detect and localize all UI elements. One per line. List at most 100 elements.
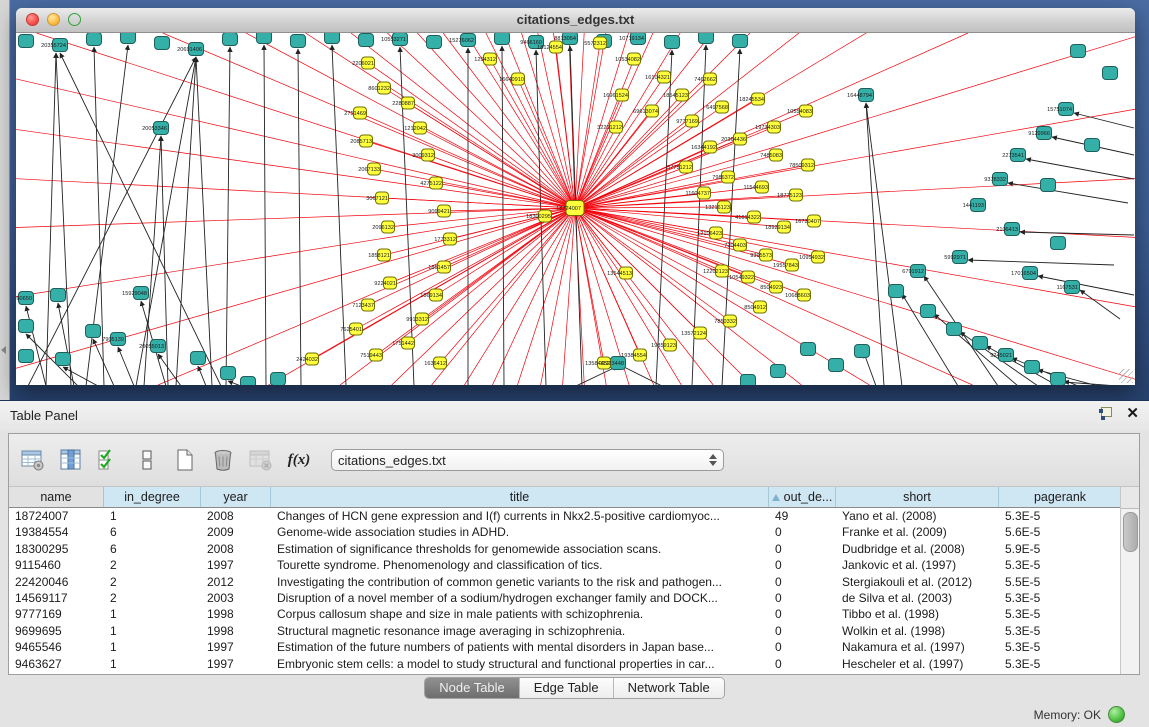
graph-node-label: 7850332 [714, 319, 736, 325]
graph-node[interactable] [665, 36, 680, 49]
select-all-icon[interactable] [95, 446, 123, 474]
graph-node[interactable] [973, 337, 988, 350]
table-cell: 49 [769, 508, 836, 524]
graph-node[interactable] [325, 33, 340, 44]
graph-node[interactable] [733, 35, 748, 48]
graph-node[interactable] [741, 375, 756, 386]
column-header-pagerank[interactable]: pagerank [999, 487, 1122, 507]
table-selector-dropdown[interactable]: citations_edges.txt [331, 449, 724, 471]
graph-node[interactable] [51, 289, 66, 302]
graph-edge [656, 50, 672, 385]
graph-node-label: 16344192 [691, 145, 716, 151]
graph-node-label: 1851457 [428, 265, 450, 271]
graph-node-label: 1254312 [474, 57, 496, 63]
table-cell: 2 [104, 574, 201, 590]
table-row[interactable]: 946362711997Embryonic stem cells: a mode… [9, 656, 1122, 672]
close-panel-icon[interactable]: ✕ [1126, 407, 1139, 420]
vertical-scrollbar[interactable] [1120, 487, 1139, 674]
table-row[interactable]: 1456911722003Disruption of a novel membe… [9, 590, 1122, 606]
graph-node[interactable] [889, 285, 904, 298]
table-row[interactable]: 911546021997Tourette syndrome. Phenomeno… [9, 557, 1122, 573]
graph-node[interactable] [427, 36, 442, 49]
table-cell: 0 [769, 656, 836, 672]
table-row[interactable]: 2242004622012Investigating the contribut… [9, 574, 1122, 590]
table-row[interactable]: 1938455462009Genome-wide association stu… [9, 524, 1122, 540]
network-canvas[interactable]: 2035572420691406105532711527606294661608… [16, 33, 1135, 385]
table-row[interactable]: 1872400712008Changes of HCN gene express… [9, 508, 1122, 524]
graph-node[interactable] [86, 325, 101, 338]
graph-node[interactable] [221, 367, 236, 380]
tab-node-table[interactable]: Node Table [425, 678, 520, 698]
graph-node[interactable] [801, 343, 816, 356]
new-file-icon[interactable] [171, 446, 199, 474]
graph-node[interactable] [1103, 67, 1118, 80]
graph-node[interactable] [699, 33, 714, 44]
network-window-titlebar[interactable]: citations_edges.txt [16, 8, 1135, 33]
column-header-short[interactable]: short [836, 487, 999, 507]
collapse-arrow-icon[interactable] [1, 346, 6, 354]
trash-icon[interactable] [209, 446, 237, 474]
float-panel-icon[interactable] [1099, 407, 1112, 420]
graph-node[interactable] [947, 323, 962, 336]
tab-edge-table[interactable]: Edge Table [520, 678, 614, 698]
graph-node[interactable] [19, 350, 34, 363]
graph-node[interactable] [1025, 361, 1040, 374]
graph-edge [198, 366, 206, 385]
graph-edge [264, 45, 266, 385]
graph-node[interactable] [19, 35, 34, 48]
table-row[interactable]: 1830029562008Estimation of significance … [9, 541, 1122, 557]
graph-node-label: 2280887 [392, 101, 414, 107]
network-window: citations_edges.txt [16, 8, 1135, 385]
table-row[interactable]: 977716911998Corpus callosum shape and si… [9, 606, 1122, 622]
table-cell: Estimation of significance thresholds fo… [271, 541, 769, 557]
graph-node[interactable] [87, 33, 102, 46]
graph-node-label: 25260650 [16, 296, 32, 302]
graph-node[interactable] [271, 373, 286, 386]
graph-node[interactable] [19, 320, 34, 333]
graph-node[interactable] [56, 353, 71, 366]
table-cell: 2003 [201, 590, 271, 606]
table-cell: 6 [104, 541, 201, 557]
function-builder-icon[interactable]: f(x) [285, 446, 313, 474]
graph-node[interactable] [495, 33, 510, 45]
graph-node[interactable] [155, 37, 170, 50]
graph-node[interactable] [121, 33, 136, 44]
column-header-title[interactable]: title [271, 487, 769, 507]
graph-edge [228, 381, 241, 385]
column-header-in_degree[interactable]: in_degree [104, 487, 201, 507]
graph-node[interactable] [1041, 179, 1056, 192]
scrollbar-thumb[interactable] [1123, 512, 1138, 552]
graph-node[interactable] [241, 377, 256, 386]
graph-node[interactable] [771, 365, 786, 378]
graph-node[interactable] [921, 305, 936, 318]
column-header-year[interactable]: year [201, 487, 271, 507]
graph-node[interactable] [291, 35, 306, 48]
graph-node[interactable] [1051, 237, 1066, 250]
graph-node[interactable] [829, 359, 844, 372]
graph-node-label: 10554083 [787, 109, 812, 115]
graph-node[interactable] [191, 352, 206, 365]
graph-node[interactable] [359, 34, 374, 47]
graph-edge [866, 103, 902, 385]
side-splitter[interactable] [0, 0, 10, 400]
graph-node-label: 8504912 [744, 305, 766, 311]
graph-node[interactable] [1071, 45, 1086, 58]
memory-status-indicator[interactable] [1108, 706, 1125, 723]
table-settings-icon[interactable] [19, 446, 47, 474]
column-header-out_de[interactable]: out_de... [769, 487, 836, 507]
table-row[interactable]: 946554611997Estimation of the future num… [9, 639, 1122, 655]
graph-node-label: 12202123 [703, 269, 728, 275]
resize-grip-icon[interactable] [1119, 369, 1133, 383]
graph-node-label: 20364436 [721, 137, 746, 143]
row-height-icon[interactable] [133, 446, 161, 474]
graph-node[interactable] [855, 345, 870, 358]
table-columns-icon[interactable] [57, 446, 85, 474]
window-title: citations_edges.txt [16, 12, 1135, 27]
graph-node[interactable] [1085, 139, 1100, 152]
graph-node[interactable] [1051, 373, 1066, 386]
graph-node[interactable] [223, 33, 238, 46]
tab-network-table[interactable]: Network Table [614, 678, 724, 698]
table-row[interactable]: 969969511998Structural magnetic resonanc… [9, 623, 1122, 639]
column-header-name[interactable]: name [9, 487, 104, 507]
graph-node[interactable] [257, 33, 272, 44]
